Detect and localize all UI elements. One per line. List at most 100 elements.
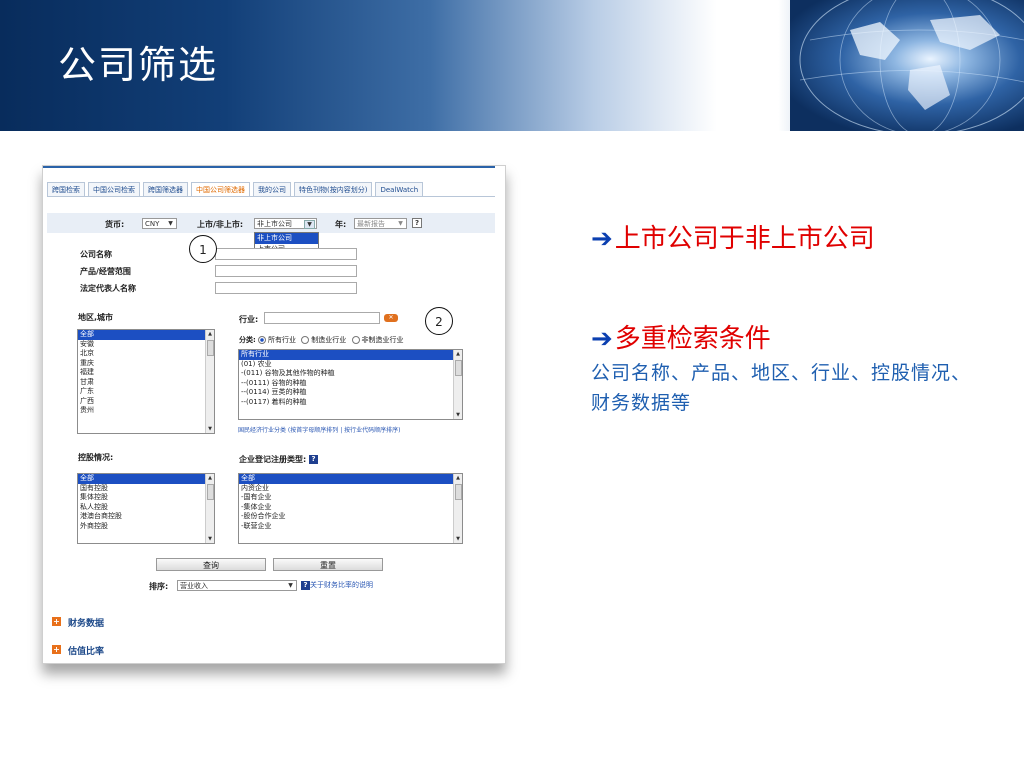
link-separator: |	[340, 427, 343, 434]
radio-non-manufacturing-label: 非制造业行业	[361, 336, 404, 344]
help-icon[interactable]: ?	[301, 580, 310, 590]
radio-all-label: 所有行业	[268, 336, 297, 344]
scrollbar[interactable]: ▲ ▼	[205, 474, 214, 543]
list-item[interactable]: --(0111) 谷物的种植	[239, 379, 462, 389]
ratio-help-row: ? 关于财务比率的说明	[301, 580, 373, 590]
list-item[interactable]: 港澳台商控股	[78, 512, 214, 522]
list-item[interactable]: 全部	[78, 330, 214, 340]
sort-select[interactable]: 营业收入 ▼	[177, 580, 297, 591]
scroll-up-icon[interactable]: ▲	[454, 350, 462, 358]
list-item[interactable]: (01) 农业	[239, 360, 462, 370]
help-icon[interactable]: ?	[412, 218, 422, 228]
tab-divider	[47, 196, 495, 197]
slide-title: 公司筛选	[58, 43, 219, 87]
scroll-up-icon[interactable]: ▲	[206, 474, 214, 482]
tab-featured-publications[interactable]: 特色刊物(按内容划分)	[294, 182, 373, 197]
radio-non-manufacturing[interactable]	[351, 336, 360, 344]
list-item[interactable]: 重庆	[78, 359, 214, 369]
list-item[interactable]: 全部	[78, 474, 214, 484]
tab-cross-border-screener[interactable]: 跨国筛选器	[143, 182, 188, 197]
industry-label: 行业:	[239, 315, 259, 324]
list-item[interactable]: 所有行业	[239, 350, 462, 360]
listing-option-unlisted[interactable]: 非上市公司	[255, 233, 318, 244]
scroll-up-icon[interactable]: ▲	[206, 330, 214, 338]
list-item[interactable]: 全部	[239, 474, 462, 484]
chevron-down-icon: ▼	[168, 220, 173, 227]
chevron-down-icon: ▼	[288, 582, 293, 589]
tab-cross-border-search[interactable]: 跨国检索	[47, 182, 85, 197]
scrollbar[interactable]: ▲ ▼	[205, 330, 214, 433]
company-name-label: 公司名称	[80, 250, 112, 259]
scroll-thumb[interactable]	[207, 484, 214, 500]
section-valuation-ratios[interactable]: 估值比率	[68, 644, 104, 657]
help-icon[interactable]: ?	[309, 455, 318, 464]
scroll-down-icon[interactable]: ▼	[454, 411, 462, 419]
scroll-thumb[interactable]	[207, 340, 214, 356]
radio-all-industries[interactable]	[258, 336, 267, 344]
list-item[interactable]: -股份合作企业	[239, 512, 462, 522]
list-item[interactable]: 国有控股	[78, 484, 214, 494]
list-item[interactable]: 甘肃	[78, 378, 214, 388]
list-item[interactable]: 私人控股	[78, 503, 214, 513]
list-item[interactable]: 外商控股	[78, 522, 214, 532]
company-name-input[interactable]	[215, 248, 357, 260]
list-item[interactable]: -集体企业	[239, 503, 462, 513]
sort-alpha-link[interactable]: 按首字母顺序排列	[290, 427, 338, 434]
list-item[interactable]: --(0117) 着料的种植	[239, 398, 462, 408]
currency-select[interactable]: CNY ▼	[142, 218, 177, 229]
industry-listbox[interactable]: 所有行业 (01) 农业 -(011) 谷物及其他作物的种植 --(0111) …	[238, 349, 463, 420]
tab-dealwatch[interactable]: DealWatch	[375, 182, 424, 197]
list-item[interactable]: 集体控股	[78, 493, 214, 503]
scrollbar[interactable]: ▲ ▼	[453, 474, 462, 543]
region-listbox[interactable]: 全部 安徽 北京 重庆 福建 甘肃 广东 广西 贵州 ▲ ▼	[77, 329, 215, 434]
scrollbar[interactable]: ▲ ▼	[453, 350, 462, 419]
section-financial-data[interactable]: 财务数据	[68, 616, 104, 629]
ratio-help-link[interactable]: 关于财务比率的说明	[310, 581, 373, 589]
industry-class-row: 分类: 所有行业 制造业行业 非制造业行业	[239, 335, 404, 345]
scroll-down-icon[interactable]: ▼	[454, 535, 462, 543]
industry-classification-link[interactable]: 国民经济行业分类	[238, 427, 286, 434]
list-item[interactable]: 广西	[78, 397, 214, 407]
list-item[interactable]: --(0114) 豆类的种植	[239, 388, 462, 398]
list-item[interactable]: -国有企业	[239, 493, 462, 503]
regtype-listbox[interactable]: 全部 内资企业 -国有企业 -集体企业 -股份合作企业 -联营企业 ▲ ▼	[238, 473, 463, 544]
legal-rep-input[interactable]	[215, 282, 357, 294]
tab-china-company-search[interactable]: 中国公司检索	[88, 182, 140, 197]
listing-select[interactable]: 非上市公司 ▼	[254, 218, 317, 229]
scroll-up-icon[interactable]: ▲	[454, 474, 462, 482]
reset-button[interactable]: 重置	[273, 558, 383, 571]
bullet-1-text: 上市公司于非上市公司	[614, 224, 875, 254]
list-item[interactable]: 内资企业	[239, 484, 462, 494]
expand-icon[interactable]: +	[52, 617, 61, 626]
year-label: 年:	[335, 220, 347, 229]
sort-code-link[interactable]: 按行业代码顺序排序	[344, 427, 398, 434]
list-item[interactable]: -(011) 谷物及其他作物的种植	[239, 369, 462, 379]
list-item[interactable]: 安徽	[78, 340, 214, 350]
list-item[interactable]: 福建	[78, 368, 214, 378]
holding-listbox[interactable]: 全部 国有控股 集体控股 私人控股 港澳台商控股 外商控股 ▲ ▼	[77, 473, 215, 544]
tab-china-company-screener[interactable]: 中国公司筛选器	[191, 182, 250, 197]
scroll-thumb[interactable]	[455, 484, 462, 500]
search-button[interactable]: 查询	[156, 558, 266, 571]
scroll-down-icon[interactable]: ▼	[206, 425, 214, 433]
arrow-right-icon: ➔	[591, 324, 613, 354]
scroll-thumb[interactable]	[455, 360, 462, 376]
sort-value: 营业收入	[180, 582, 208, 590]
expand-icon[interactable]: +	[52, 645, 61, 654]
list-item[interactable]: -联营企业	[239, 522, 462, 532]
product-scope-input[interactable]	[215, 265, 357, 277]
holding-label: 控股情况:	[78, 453, 114, 462]
criteria-description: 公司名称、产品、地区、行业、控股情况、财务数据等	[591, 362, 972, 414]
year-select[interactable]: 最新报告 ▼	[354, 218, 407, 229]
list-item[interactable]: 北京	[78, 349, 214, 359]
clear-icon[interactable]: ✕	[384, 314, 398, 322]
industry-input[interactable]	[264, 312, 380, 324]
sort-label: 排序:	[149, 582, 169, 591]
scroll-down-icon[interactable]: ▼	[206, 535, 214, 543]
bullet-2-text: 多重检索条件	[614, 324, 771, 354]
tab-my-companies[interactable]: 我的公司	[253, 182, 291, 197]
regtype-label-row: 企业登记注册类型: ?	[239, 454, 318, 465]
list-item[interactable]: 贵州	[78, 406, 214, 416]
radio-manufacturing[interactable]	[301, 336, 310, 344]
list-item[interactable]: 广东	[78, 387, 214, 397]
